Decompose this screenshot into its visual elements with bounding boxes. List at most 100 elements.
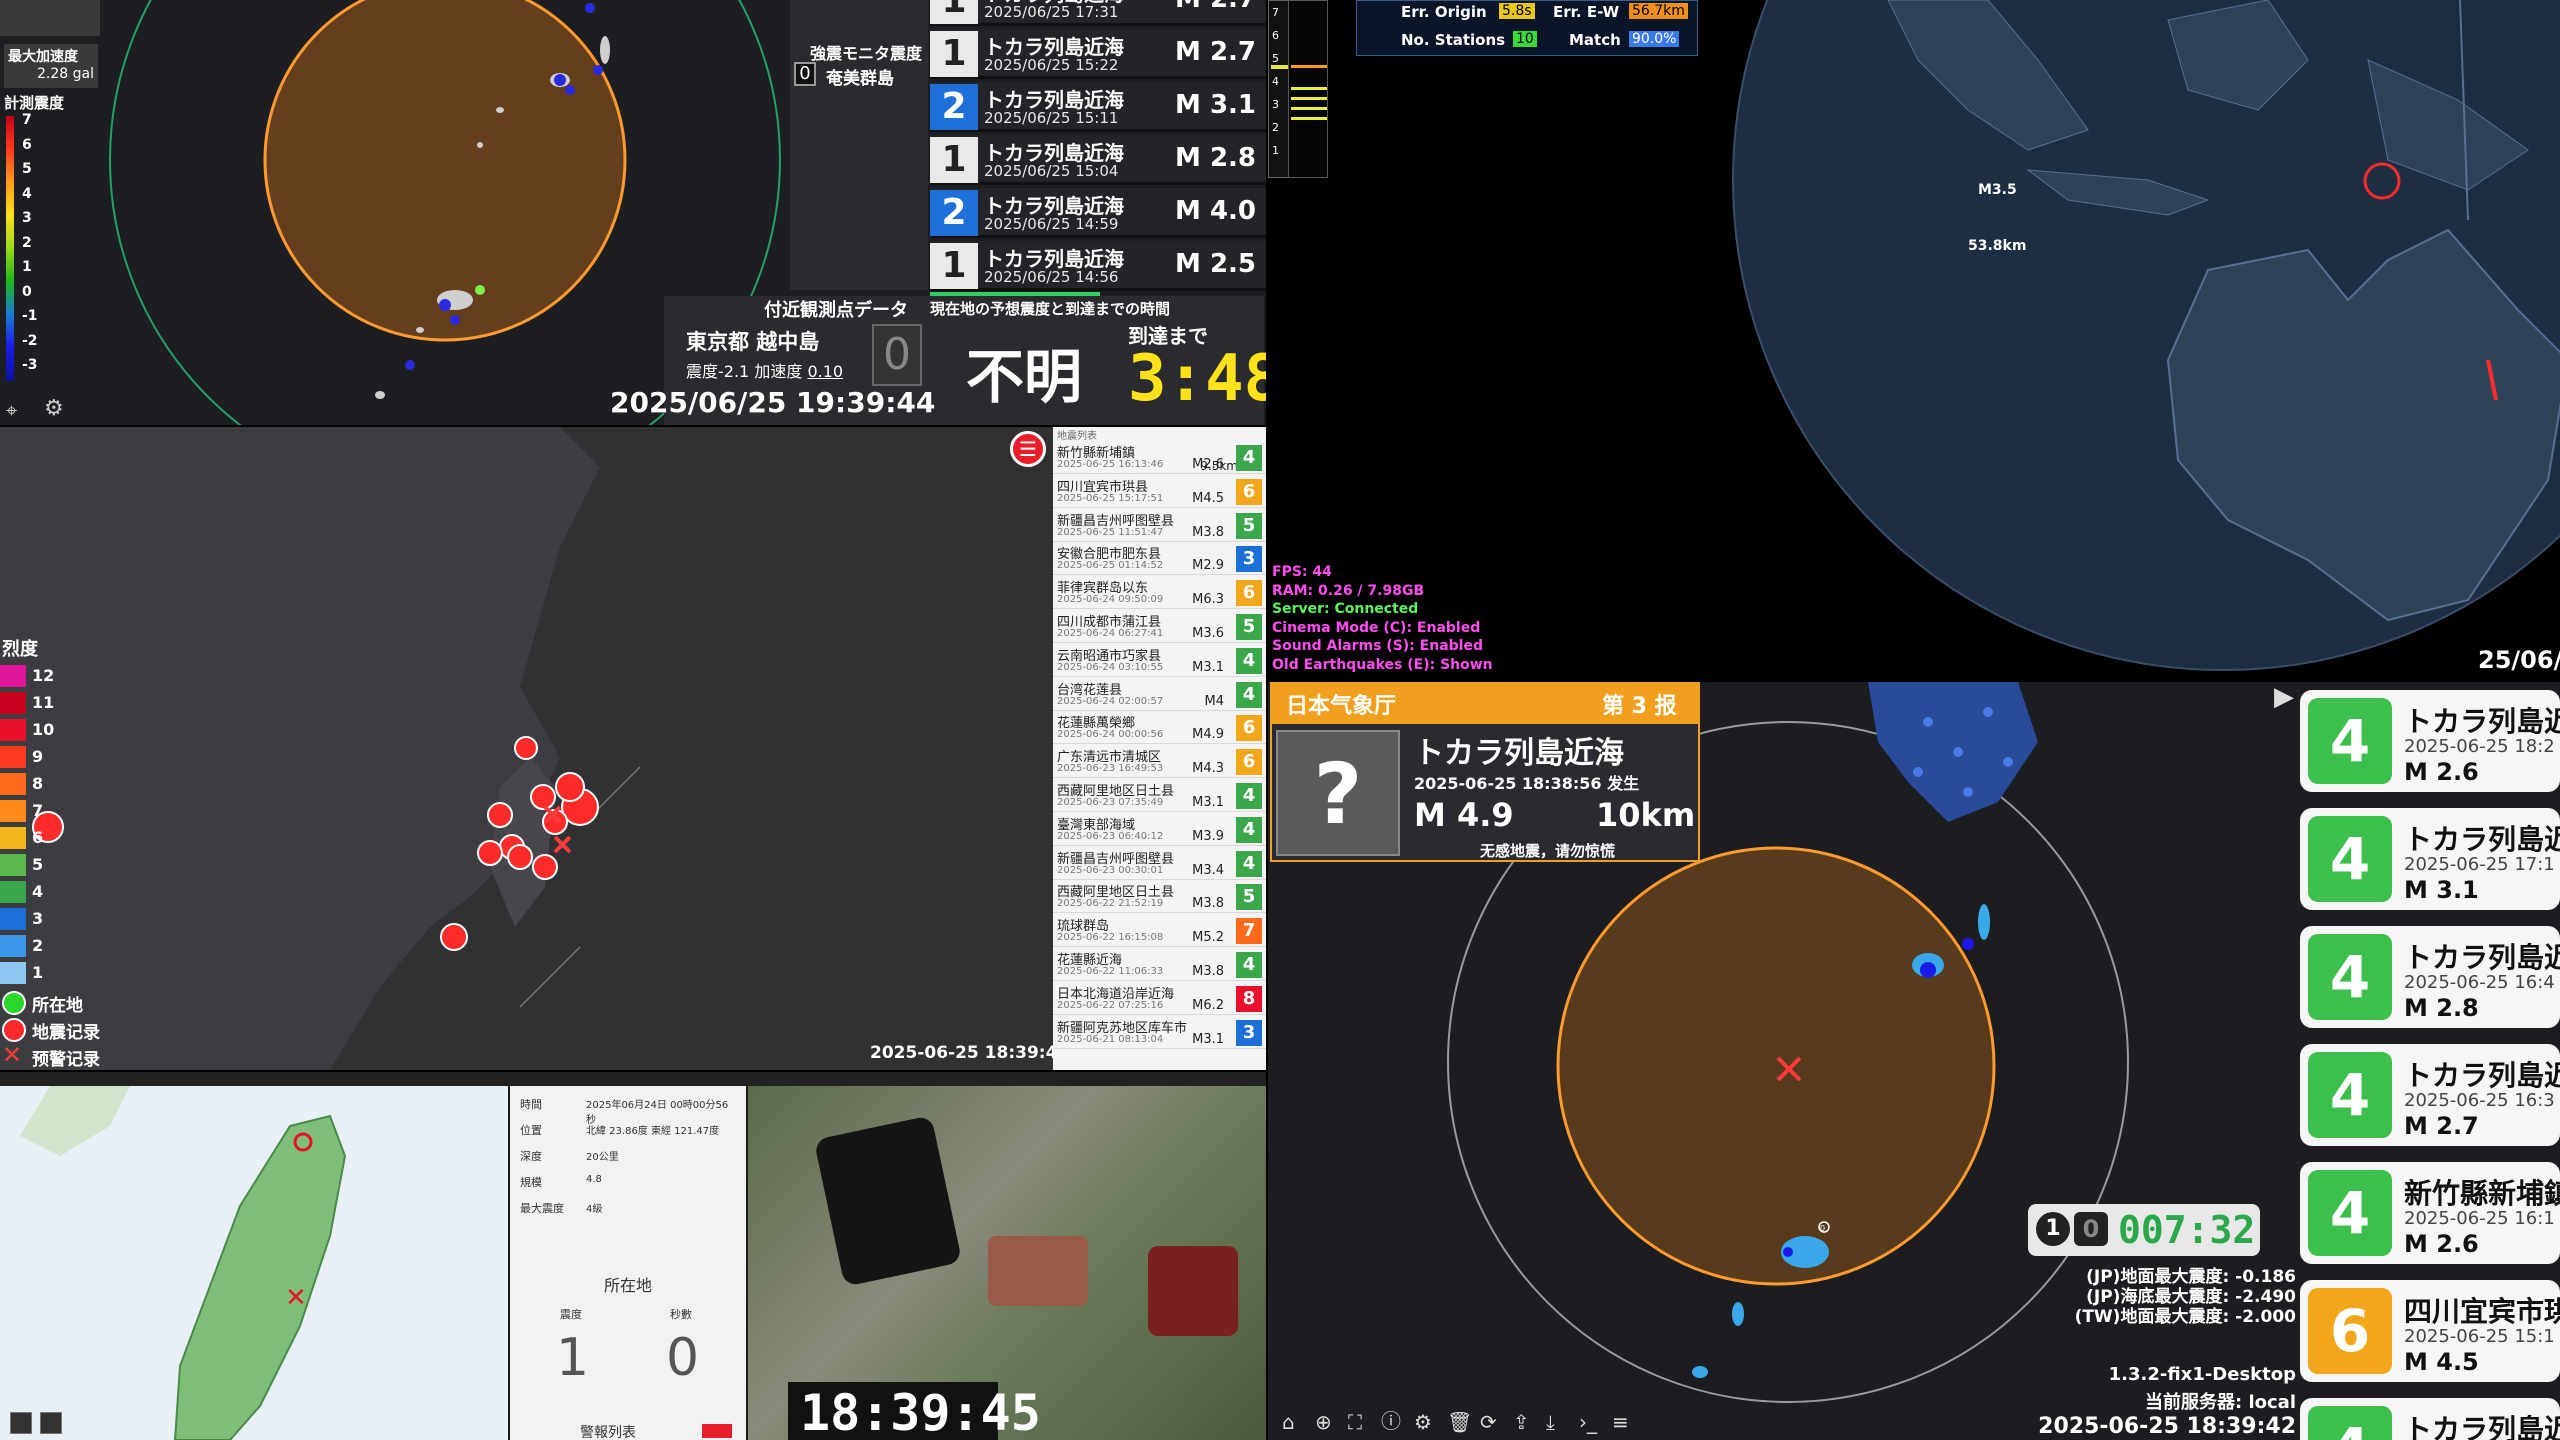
side-card-place: 四川宜宾市珙 [2404,1295,2560,1328]
jp-eq-row[interactable]: 1 トカラ列島近海 2025/06/25 14:56 M 2.5 [930,241,1266,291]
fullscreen-icon[interactable]: ⛶ [1348,1410,1362,1434]
cn-map [0,427,641,1070]
debug-line: Cinema Mode (C): Enabled [1272,619,1481,636]
cn-item-mag: M3.8 [1192,964,1224,979]
scale-gradient [6,116,14,381]
cn-list-item[interactable]: 新竹縣新埔鎮 2025-06-25 16:13:46 M2.6 9.5km 4 [1053,441,1266,474]
legend-swatch [0,881,26,903]
cn-item-int: 6 [1236,749,1262,776]
side-eq-card[interactable]: 4 トカラ列島近 2025-06-25 18:2 M 2.6 [2300,690,2560,792]
cn-item-int: 5 [1236,614,1262,640]
cn-list-item[interactable]: 安徽合肥市肥东县 2025-06-25 01:14:52 M2.9 3 [1053,542,1266,576]
tw-info-value: 4.8 [586,1174,602,1185]
cn-item-time: 2025-06-24 02:00:57 [1057,695,1164,707]
p-wave-circle [263,0,627,342]
mainland-shape [0,427,600,1070]
warning-list-label[interactable]: 警報列表 [580,1422,636,1440]
stations-value: 10 [1513,31,1537,47]
tw-info-label: 時間 [520,1098,542,1111]
cn-list-item[interactable]: 新疆昌吉州呼图壁县 2025-06-25 11:51:47 M3.8 5 [1053,509,1266,542]
home-icon[interactable]: ⌂ [1282,1410,1295,1434]
legend-level: 4 [32,882,44,901]
gear-icon[interactable]: ⚙ [44,396,64,421]
cn-item-int: 4 [1236,850,1262,877]
legend-title: 烈度 [2,639,38,660]
cn-item-time: 2025-06-25 11:51:47 [1057,526,1164,538]
err-ew-value: 56.7km [1629,3,1688,19]
cn-list-item[interactable]: 花蓮縣近海 2025-06-22 11:06:33 M3.8 4 [1053,948,1266,981]
settings-icon[interactable]: ⚙ [1414,1410,1432,1434]
scale-label: 3 [22,210,32,226]
cn-item-time: 2025-06-22 07:25:16 [1057,999,1164,1011]
legend-level: 7 [32,801,44,820]
jp-eq-row[interactable]: 1 トカラ列島近海 2025/06/25 15:22 M 2.7 [930,29,1266,79]
monitor-title: 強震モニタ震度 [810,44,923,63]
cn-list-item[interactable]: 四川成都市蒲江县 2025-06-24 06:27:41 M3.6 5 [1053,610,1266,643]
cn-list-item[interactable]: 台湾花莲县 2025-06-24 02:00:57 M4 4 [1053,678,1266,711]
cn-list-item[interactable]: 臺灣東部海域 2025-06-23 06:40:12 M3.9 4 [1053,813,1266,846]
cn-item-int: 7 [1236,918,1262,945]
jp-eq-row[interactable]: 1 トカラ列島近海 2025/06/25 15:04 M 2.8 [930,135,1266,185]
refresh-icon[interactable]: ⟳ [1480,1410,1497,1434]
scale-label: 7 [22,112,32,128]
side-card-time: 2025-06-25 16:4 [2404,972,2555,993]
side-eq-card[interactable]: 4 トカラ列島近 2025-06-25 16:4 M 2.8 [2300,926,2560,1028]
globe-panel: 7 6 5 4 3 2 1 Err. Origin 5.8s Err. E-W 56.7km… [1268,0,2560,680]
cn-list-item[interactable]: 花蓮縣萬榮鄉 2025-06-24 00:00:56 M4.9 6 [1053,711,1266,745]
download-icon[interactable]: ⤓ [1546,1410,1555,1434]
cn-list-item[interactable]: 新疆昌吉州呼图壁县 2025-06-23 00:30:01 M3.4 4 [1053,847,1266,880]
terminal-icon[interactable]: ›_ [1579,1410,1597,1434]
scale-label: 5 [22,161,32,177]
jp-eq-row[interactable]: 2 トカラ列島近海 2025/06/25 15:11 M 3.1 [930,82,1266,132]
jp-eq-mag: M 2.7 [1175,0,1256,14]
cn-list-item[interactable]: 菲律宾群岛以东 2025-06-24 09:50:09 M6.3 6 [1053,576,1266,610]
list-title: 地震列表 [1057,431,1097,442]
meter-tick: 3 [1272,98,1279,111]
jp-eq-row[interactable]: 1トカラ列島近海2025/06/25 17:31M 2.7 [930,0,1266,26]
side-card-time: 2025-06-25 17:1 [2404,854,2555,875]
tw-map-button-2[interactable] [40,1412,62,1434]
cn-list-item[interactable]: 新疆阿克苏地区库车市 2025-06-21 08:13:04 M3.1 3 [1053,1016,1266,1049]
legend-level: 8 [32,774,44,793]
side-eq-card[interactable]: 4 新竹縣新埔鎮 2025-06-25 16:1 M 2.6 [2300,1162,2560,1264]
cn-list-item[interactable]: 西藏阿里地区日土县 2025-06-23 07:35:49 M3.1 4 [1053,779,1266,812]
tw-info-label: 規模 [520,1176,542,1189]
cn-list-item[interactable]: 四川宜宾市珙县 2025-06-25 15:17:51 M4.5 6 [1053,475,1266,508]
play-icon[interactable]: ▶ [2274,682,2294,712]
location-icon[interactable]: ⌖ [6,398,17,422]
map-station-count: 0 [1820,1224,1825,1233]
unknown-int-box: ? [1276,730,1400,856]
version-label: 1.3.2-fix1-Desktop [2108,1364,2296,1385]
menu-icon[interactable]: ≡ [1612,1410,1629,1434]
trash-icon[interactable]: 🗑 [1447,1410,1472,1434]
eew-mag: M 4.9 [1414,796,1514,834]
side-card-int: 4 [2308,1170,2392,1256]
tw-info-label: 最大震度 [520,1202,564,1215]
cn-item-time: 2025-06-25 15:17:51 [1057,492,1164,504]
debug-line: Server: Connected [1272,601,1419,617]
scale-label: 6 [22,136,32,153]
side-eq-card[interactable]: 6 四川宜宾市珙 2025-06-25 15:1 M 4.5 [2300,1280,2560,1382]
side-eq-card[interactable]: 4 トカラ列島近 [2300,1398,2560,1440]
warning-list-badge [702,1424,732,1438]
side-eq-card[interactable]: 4 トカラ列島近 2025-06-25 17:1 M 3.1 [2300,808,2560,910]
cn-list-item[interactable]: 云南昭通市巧家县 2025-06-24 03:10:55 M3.1 4 [1053,644,1266,677]
cn-list-item[interactable]: 广东清远市清城区 2025-06-23 16:49:53 M4.3 6 [1053,745,1266,779]
max-accel-value: 2.28 gal [37,66,94,82]
tw-map-button-1[interactable] [10,1412,32,1434]
list-toggle-icon[interactable]: ☰ [1010,431,1046,467]
camera-car-2 [988,1236,1088,1306]
scale-label: -3 [22,357,38,373]
cn-list-item[interactable]: 日本北海道沿岸近海 2025-06-22 07:25:16 M6.2 8 [1053,982,1266,1015]
legend-level: 9 [32,747,44,766]
cn-list-item[interactable]: 西藏阿里地区日土县 2025-06-22 21:52:19 M3.8 5 [1053,880,1266,914]
info-icon[interactable]: ⓘ [1381,1405,1401,1434]
upload-icon[interactable]: ⇪ [1513,1410,1530,1434]
cn-item-int: 4 [1236,681,1262,708]
crosshair-icon[interactable]: ⊕ [1315,1410,1332,1434]
jp-eq-row[interactable]: 2 トカラ列島近海 2025/06/25 14:59 M 4.0 [930,188,1266,238]
side-card-mag: M 2.6 [2404,1230,2479,1258]
side-eq-card[interactable]: 4 トカラ列島近 2025-06-25 16:3 M 2.7 [2300,1044,2560,1146]
cn-list-item[interactable]: 琉球群岛 2025-06-22 16:15:08 M5.2 7 [1053,914,1266,948]
nearby-values: 震度-2.1 加速度 0.10 [686,358,843,382]
